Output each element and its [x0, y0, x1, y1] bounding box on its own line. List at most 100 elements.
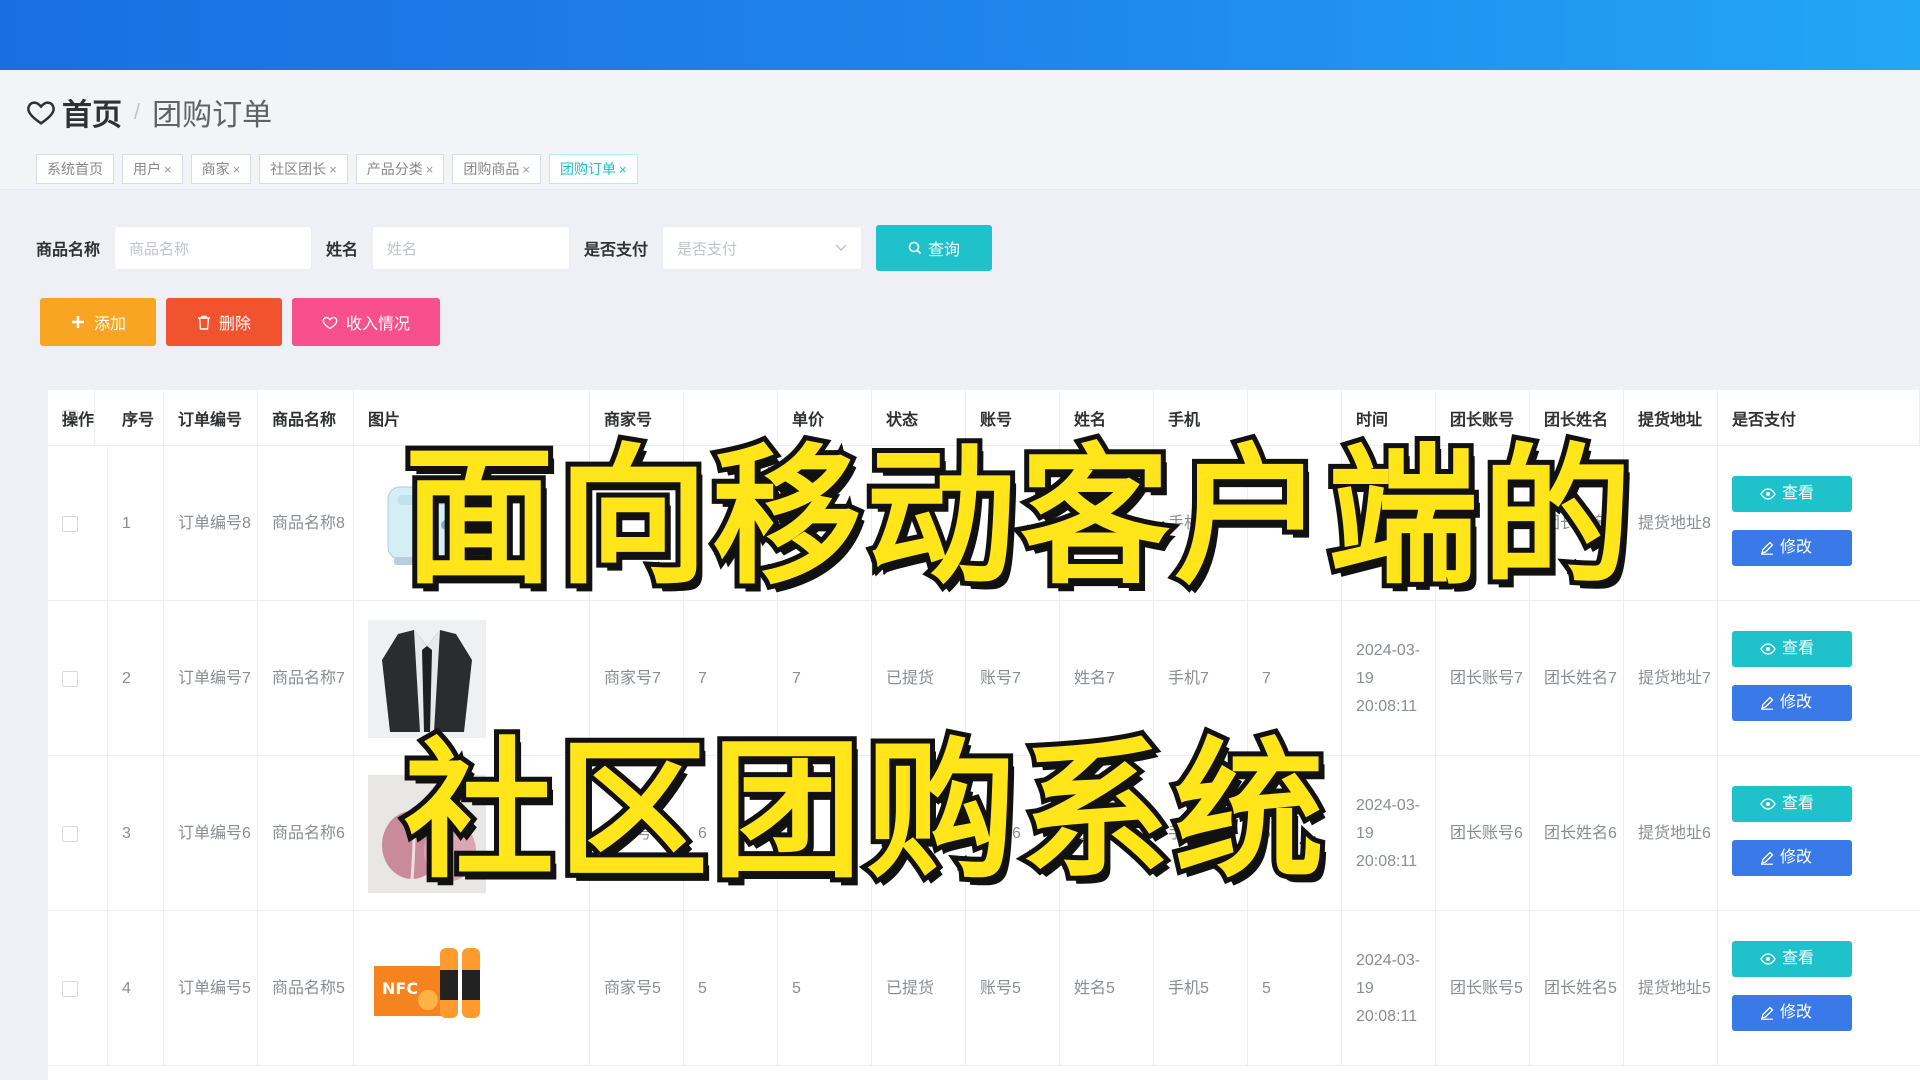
merchant-cell	[590, 446, 684, 601]
order-no-cell: 订单编号8	[164, 446, 258, 601]
tab-community-leaders[interactable]: 社区团长 ×	[259, 154, 348, 184]
column-header: 账号	[966, 390, 1060, 446]
qty-cell: 7	[684, 601, 778, 756]
breadcrumb: 首页 / 团购订单	[26, 90, 272, 134]
income-button[interactable]: 收入情况	[292, 298, 440, 346]
cell-text: 手机7	[1168, 669, 1209, 687]
tab-users[interactable]: 用户 ×	[122, 154, 183, 184]
time-cell: 2024-03-19 20:08:11	[1342, 911, 1436, 1066]
view-button-label: 查看	[1782, 640, 1815, 657]
close-icon[interactable]: ×	[426, 162, 434, 177]
cell-text: 6	[698, 824, 707, 842]
view-button[interactable]: 查看	[1732, 476, 1852, 512]
index-cell: 3	[108, 756, 164, 911]
edit-button[interactable]: 修改	[1732, 840, 1852, 876]
cell-text: 提货地址5	[1638, 979, 1711, 997]
account-cell: 账号6	[966, 756, 1060, 911]
cell-text: 姓名7	[1074, 669, 1115, 687]
row-checkbox-cell	[48, 911, 108, 1066]
row-checkbox-cell	[48, 756, 108, 911]
table-row[interactable]: 4 订单编号5 商品名称5 NFC 商家号5 5 5 已提货 账号5 姓名5 手机5 5 2024-03…	[48, 911, 1920, 1066]
delete-button[interactable]: 删除	[166, 298, 282, 346]
table-row[interactable]: 3 订单编号6 商品名称6 商家号6 6 6 已提货 账号6 姓名6 手机6 6 2024-03-19…	[48, 756, 1920, 911]
column-header: 订单编号	[164, 390, 258, 446]
view-button-label: 查看	[1782, 950, 1815, 967]
cell-text: 手机8	[1168, 514, 1209, 532]
leader-account-cell	[1436, 446, 1530, 601]
cell-text: 提货地址6	[1638, 824, 1711, 842]
cell-text: 2024-03-19 20:08:11	[1356, 796, 1421, 870]
tab-group-orders[interactable]: 团购订单 ×	[548, 154, 638, 184]
price-cell: 7	[778, 601, 872, 756]
row-checkbox[interactable]	[62, 515, 78, 532]
order-no-cell: 订单编号5	[164, 911, 258, 1066]
column-header: 提货地址	[1624, 390, 1718, 446]
table-row[interactable]: 2 订单编号7 商品名称7 商家号7 7 7 已提货 账号7 姓名7 手机7 7 2024-03-19…	[48, 601, 1920, 756]
product-cell: 商品名称5	[258, 911, 354, 1066]
product-name-input[interactable]: 商品名称	[114, 226, 313, 270]
query-button[interactable]: 查询	[876, 225, 993, 271]
close-icon[interactable]: ×	[233, 162, 241, 177]
paid-select[interactable]: 是否支付	[662, 226, 863, 270]
breadcrumb-current: 团购订单	[152, 99, 273, 132]
cell-text: 账号7	[980, 669, 1021, 687]
view-button[interactable]: 查看	[1732, 786, 1852, 822]
name-cell: 姓名8	[1060, 446, 1154, 601]
close-icon[interactable]: ×	[329, 162, 337, 177]
product-cell: 商品名称6	[258, 756, 354, 911]
cell-text: 团长姓名8	[1544, 514, 1617, 532]
breadcrumb-home[interactable]: 首页	[62, 90, 122, 134]
add-button[interactable]: 添加	[40, 298, 156, 346]
tab-product-categories[interactable]: 产品分类 ×	[355, 154, 445, 184]
index-cell: 4	[108, 911, 164, 1066]
product-image	[368, 464, 486, 583]
qty-cell: 5	[684, 911, 778, 1066]
edit-button-label: 修改	[1780, 539, 1813, 556]
edit-button[interactable]: 修改	[1732, 530, 1852, 566]
cell-text: 商家号6	[604, 824, 661, 842]
cell-text: 订单编号6	[178, 824, 251, 842]
row-checkbox[interactable]	[62, 670, 78, 687]
row-checkbox[interactable]	[62, 980, 78, 997]
table-row[interactable]: 1 订单编号8 商品名称8 姓名8 手机8 团长姓名8 提货地址8 查看 修改	[48, 446, 1920, 601]
cell-text: 团长姓名7	[1544, 669, 1617, 687]
total-cell: 7	[1248, 601, 1342, 756]
tab-group-products[interactable]: 团购商品 ×	[452, 154, 541, 184]
cell-text: 订单编号7	[178, 669, 251, 687]
name-input[interactable]: 姓名	[372, 226, 571, 270]
phone-cell: 手机8	[1154, 446, 1248, 601]
cell-text: 团长账号6	[1450, 824, 1523, 842]
edit-button[interactable]: 修改	[1732, 995, 1852, 1031]
table-header: 序号 订单编号 商品名称 图片 商家号 单价 状态 账号 姓名 手机 时间 团长账号 团长姓名 提货地址是…	[48, 390, 1920, 446]
edit-button-label: 修改	[1780, 849, 1813, 866]
edit-button[interactable]: 修改	[1732, 685, 1852, 721]
view-button[interactable]: 查看	[1732, 941, 1852, 977]
cell-text: 订单编号8	[178, 514, 251, 532]
account-cell	[966, 446, 1060, 601]
cell-text: 5	[698, 979, 707, 997]
cell-text: 5	[1262, 979, 1271, 997]
phone-cell: 手机5	[1154, 911, 1248, 1066]
cell-text: 2024-03-19 20:08:11	[1356, 641, 1421, 715]
cell-text: 团长账号7	[1450, 669, 1523, 687]
trash-icon	[197, 315, 210, 330]
heart-icon	[322, 316, 338, 329]
tab-merchants[interactable]: 商家 ×	[190, 154, 252, 184]
cell-text: 姓名8	[1074, 514, 1115, 532]
close-icon[interactable]: ×	[522, 162, 530, 177]
row-checkbox[interactable]	[62, 825, 78, 842]
search-form: 商品名称 商品名称 姓名 姓名 是否支付 是否支付 查询	[36, 225, 993, 271]
column-header: 单价	[778, 390, 872, 446]
tab-system-home[interactable]: 系统首页	[36, 154, 114, 184]
status-cell: 已提货	[872, 911, 966, 1066]
close-icon[interactable]: ×	[619, 162, 627, 177]
cell-text: 账号5	[980, 979, 1021, 997]
leader-name-cell: 团长姓名8	[1530, 446, 1624, 601]
status-cell	[872, 446, 966, 601]
close-icon[interactable]: ×	[164, 162, 172, 177]
total-cell: 6	[1248, 756, 1342, 911]
top-nav-bar	[0, 0, 1920, 70]
column-header: 姓名	[1060, 390, 1154, 446]
svg-text:NFC: NFC	[382, 979, 418, 998]
view-button[interactable]: 查看	[1732, 631, 1852, 667]
